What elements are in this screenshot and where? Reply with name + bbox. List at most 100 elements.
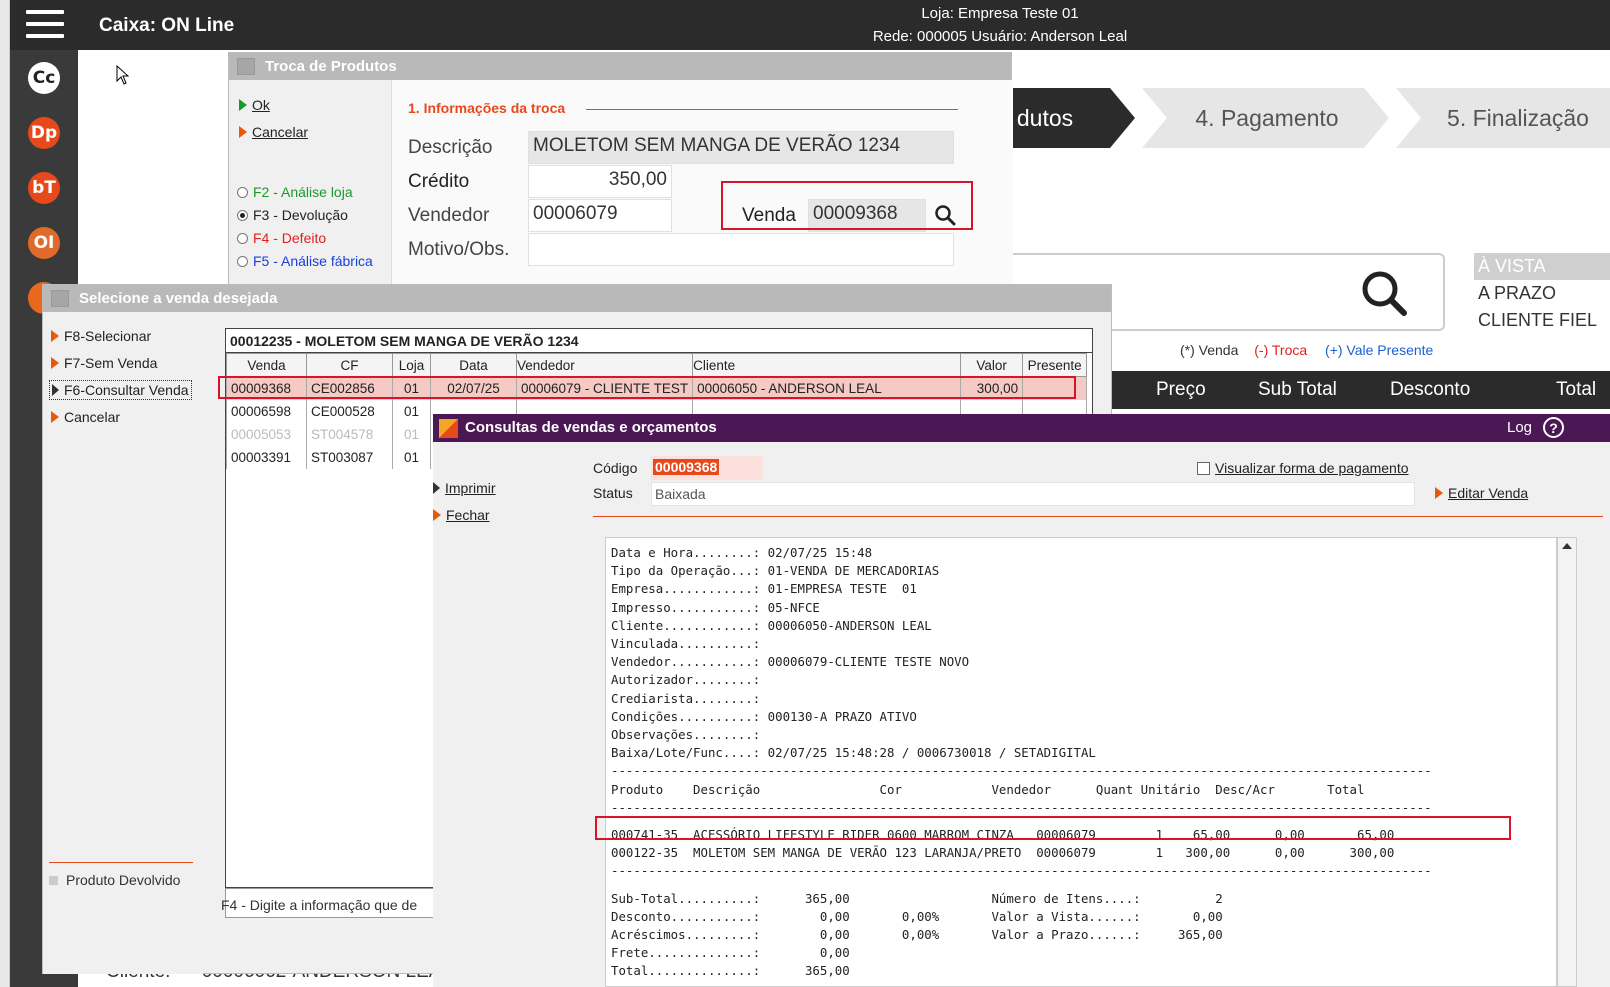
vendedor-field[interactable]: 00006079: [528, 199, 672, 232]
col-loja[interactable]: Loja: [392, 353, 431, 377]
radio-f5-analise-fabrica[interactable]: F5 - Análise fábrica: [237, 253, 373, 269]
legend-troca: (-) Troca: [1254, 342, 1308, 358]
section-divider: [586, 109, 958, 110]
report-scrollbar[interactable]: [1557, 537, 1577, 987]
troca-produtos-window: Troca de Produtos Ok Cancelar F2 - Análi…: [228, 52, 1013, 303]
f6-consultar-venda-button[interactable]: F6-Consultar Venda: [49, 380, 192, 400]
app-icon-cc[interactable]: Cc: [28, 62, 60, 94]
app-icon-dp[interactable]: Dp: [28, 117, 60, 149]
play-icon: [239, 126, 247, 138]
report-line: Desconto...........: 0,00 0,00% Valor a …: [611, 908, 1223, 924]
col-venda[interactable]: Venda: [226, 353, 307, 377]
store-name: Loja: Empresa Teste 01: [921, 5, 1079, 22]
motivo-field[interactable]: [528, 233, 954, 266]
report-line: Frete..............: 0,00: [611, 945, 850, 961]
radio-f3-devolucao[interactable]: F3 - Devolução: [237, 207, 348, 223]
items-grid-header: Preço Sub Total Desconto Total: [1110, 371, 1610, 409]
report-line: Observações........:: [611, 727, 761, 743]
cancelar-button[interactable]: Cancelar: [239, 124, 308, 140]
app-icon-bt[interactable]: bT: [28, 172, 60, 204]
f8-selecionar-button[interactable]: F8-Selecionar: [51, 328, 151, 344]
store-info: Loja: Empresa Teste 01 Rede: 000005 Usuá…: [850, 2, 1150, 48]
app-logo-icon: [439, 419, 458, 438]
legend-vale: (+) Vale Presente: [1325, 342, 1434, 358]
cancelar-button[interactable]: Cancelar: [51, 409, 120, 425]
col-cliente[interactable]: Cliente: [692, 353, 962, 377]
report-line: Vinculada..........:: [611, 636, 761, 652]
payment-option[interactable]: CLIENTE FIEL: [1474, 307, 1610, 334]
legend-venda: (*) Venda: [1180, 342, 1239, 358]
hamburger-menu-icon[interactable]: [26, 10, 64, 40]
help-icon[interactable]: ?: [1543, 417, 1564, 438]
consultas-actions-panel: Imprimir Fechar: [433, 442, 583, 987]
divider: [49, 862, 193, 863]
imprimir-button[interactable]: Imprimir: [433, 480, 496, 496]
payment-option[interactable]: A PRAZO: [1474, 280, 1610, 307]
codigo-field[interactable]: 00009368: [651, 456, 763, 480]
play-icon: [52, 384, 59, 396]
col-valor[interactable]: Valor: [960, 353, 1024, 377]
radio-f2-analise-loja[interactable]: F2 - Análise loja: [237, 184, 353, 200]
divider: [593, 516, 1603, 517]
visualizar-pagamento-checkbox[interactable]: Visualizar forma de pagamento: [1197, 460, 1409, 476]
radio-f4-defeito[interactable]: F4 - Defeito: [237, 230, 326, 246]
play-icon: [51, 330, 59, 342]
col-data[interactable]: Data: [430, 353, 517, 377]
network-user: Rede: 000005 Usuário: Anderson Leal: [872, 28, 1128, 45]
troca-actions-panel: Ok Cancelar F2 - Análise loja F3 - Devol…: [229, 80, 391, 303]
report-line: Vendedor...........: 00006079-CLIENTE TE…: [611, 654, 970, 670]
report-line: Cliente............: 00006050-ANDERSON L…: [611, 617, 932, 633]
sale-report: Data e Hora........: 02/07/25 15:48 Tipo …: [605, 537, 1557, 987]
play-icon: [239, 99, 247, 111]
fechar-button[interactable]: Fechar: [433, 507, 490, 523]
editar-venda-button[interactable]: Editar Venda: [1435, 485, 1528, 501]
window-icon: [237, 58, 255, 75]
col-desconto: Desconto: [1390, 379, 1471, 400]
step-finalizacao[interactable]: 5. Finalização: [1396, 88, 1610, 148]
mouse-cursor-icon: [116, 65, 130, 85]
col-preco: Preço: [1156, 379, 1206, 400]
report-line: ----------------------------------------…: [611, 763, 1432, 779]
hint-text: F4 - Digite a informação que de: [221, 897, 418, 913]
troca-title-bar: Troca de Produtos: [229, 53, 1011, 80]
col-subtotal: Sub Total: [1258, 379, 1337, 400]
play-icon: [433, 482, 440, 494]
step-pagamento[interactable]: 4. Pagamento: [1142, 88, 1392, 148]
sales-table-caption: 00012235 - MOLETOM SEM MANGA DE VERÃO 12…: [226, 329, 1092, 353]
selecione-title-bar: Selecione a venda desejada: [43, 285, 1111, 312]
report-line: Sub-Total..........: 365,00 Número de It…: [611, 890, 1223, 906]
descricao-field[interactable]: MOLETOM SEM MANGA DE VERÃO 1234: [528, 131, 954, 164]
left-edge-strip: [0, 0, 10, 987]
f7-sem-venda-button[interactable]: F7-Sem Venda: [51, 355, 157, 371]
consultas-main: Código 00009368 Status Baixada Visualiza…: [583, 442, 1610, 987]
payment-option[interactable]: À VISTA: [1474, 253, 1610, 280]
section-title: 1. Informações da troca: [408, 100, 566, 116]
vendedor-label: Vendedor: [408, 205, 490, 226]
col-total: Total: [1556, 379, 1597, 400]
report-line: Total..............: 365,00: [611, 963, 850, 979]
scroll-up-icon[interactable]: [1558, 538, 1576, 554]
log-link[interactable]: Log: [1507, 414, 1532, 442]
col-vendedor[interactable]: Vendedor: [515, 353, 694, 377]
motivo-label: Motivo/Obs.: [408, 239, 510, 260]
search-icon[interactable]: [1360, 269, 1408, 317]
play-icon: [51, 411, 59, 423]
app-icon-oi[interactable]: OI: [28, 227, 60, 259]
report-line: ----------------------------------------…: [611, 863, 1432, 879]
report-line: 000122-35 MOLETOM SEM MANGA DE VERÃO 123…: [611, 845, 1395, 861]
play-icon: [51, 357, 59, 369]
ok-button[interactable]: Ok: [239, 97, 270, 113]
app-title: Caixa: ON Line: [99, 15, 235, 36]
report-line: Tipo da Operação...: 01-VENDA DE MERCADO…: [611, 563, 940, 579]
col-presente[interactable]: Presente: [1022, 353, 1088, 377]
top-header: Caixa: ON Line Loja: Empresa Teste 01 Re…: [10, 0, 1610, 50]
consultas-window: Consultas de vendas e orçamentos Log ? I…: [433, 414, 1610, 987]
payment-type-list[interactable]: À VISTA A PRAZO CLIENTE FIEL: [1474, 253, 1610, 333]
report-line: Baixa/Lote/Func....: 02/07/25 15:48:28 /…: [611, 745, 1096, 761]
highlight-report-item: [595, 816, 1511, 840]
report-line: ----------------------------------------…: [611, 799, 1432, 815]
report-line: Impresso...........: 05-NFCE: [611, 599, 820, 615]
col-cf[interactable]: CF: [306, 353, 393, 377]
consultas-title-bar: Consultas de vendas e orçamentos Log ?: [433, 414, 1610, 442]
credito-field[interactable]: 350,00: [528, 165, 672, 198]
